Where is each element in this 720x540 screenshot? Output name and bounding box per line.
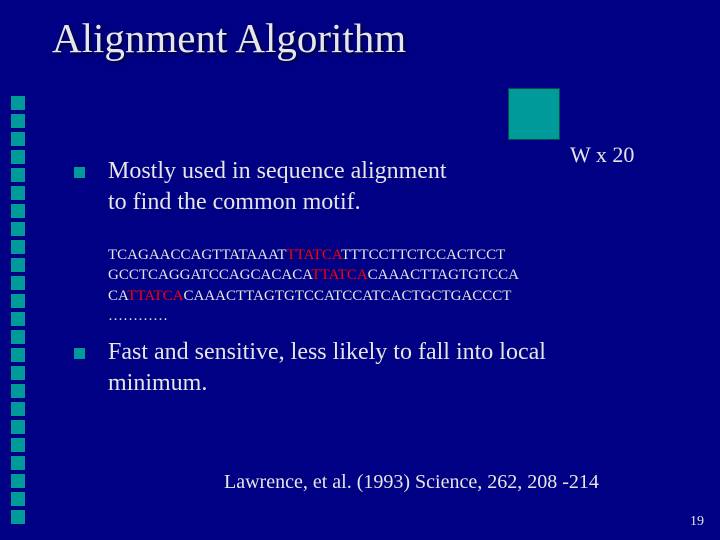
bullet-icon: [74, 167, 85, 178]
bullet-2-line1: Fast and sensitive, less likely to fall …: [108, 339, 546, 365]
bullet-1: Mostly used in sequence alignment to fin…: [108, 156, 447, 217]
matrix-box: [508, 88, 560, 140]
matrix-label: W x 20: [570, 142, 634, 168]
bullet-1-line1: Mostly used in sequence alignment: [108, 158, 447, 184]
bullet-1-line2: to find the common motif.: [108, 189, 361, 215]
sequence-block: TCAGAACCAGTTATAAATTTATCATTTCCTTCTCCACTCC…: [108, 245, 519, 326]
page-number: 19: [690, 514, 704, 530]
bullet-icon: [74, 348, 85, 359]
slide-title: Alignment Algorithm: [52, 14, 406, 62]
decorative-strip: [0, 0, 36, 540]
bullet-2-line2: minimum.: [108, 370, 207, 396]
bullet-2: Fast and sensitive, less likely to fall …: [108, 337, 546, 398]
citation: Lawrence, et al. (1993) Science, 262, 20…: [224, 471, 599, 494]
